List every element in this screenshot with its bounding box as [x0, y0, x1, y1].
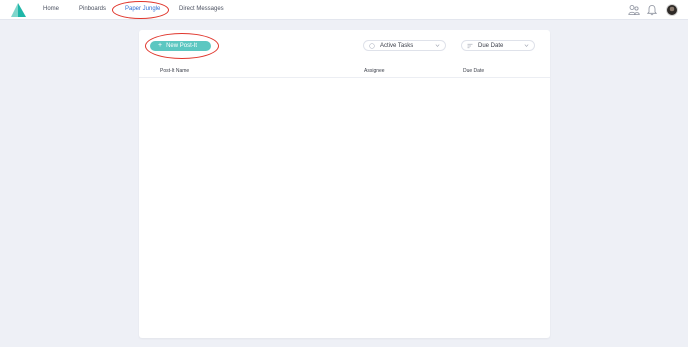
column-header-post-it-name[interactable]: Post-It Name: [160, 68, 189, 74]
column-header-due-date[interactable]: Due Date: [463, 68, 484, 74]
table-body: [139, 78, 550, 336]
nav-item-pinboards[interactable]: Pinboards: [79, 6, 106, 12]
sort-value: Due Date: [478, 42, 504, 49]
annotation-circle-nav: [112, 1, 169, 19]
nav-item-direct-messages[interactable]: Direct Messages: [179, 6, 224, 12]
top-nav-bar: Home Pinboards Paper Jungle Direct Messa…: [0, 0, 688, 20]
chevron-down-icon: [524, 44, 529, 47]
filter-value: Active Tasks: [380, 42, 414, 49]
sort-icon: [467, 43, 473, 48]
circle-filter-icon: [369, 42, 375, 49]
bell-icon[interactable]: [646, 4, 658, 16]
annotation-circle-button: [145, 33, 219, 59]
column-header-assignee[interactable]: Assignee: [364, 68, 385, 74]
due-date-sort-dropdown[interactable]: Due Date: [461, 40, 535, 51]
chevron-down-icon: [435, 44, 440, 47]
people-icon[interactable]: [628, 4, 640, 16]
triangle-logo-icon[interactable]: [10, 3, 26, 17]
avatar[interactable]: [666, 4, 678, 16]
active-tasks-filter-dropdown[interactable]: Active Tasks: [363, 40, 446, 51]
post-it-list-card: + New Post-It Active Tasks Due Date Post…: [139, 30, 550, 338]
nav-item-home[interactable]: Home: [43, 6, 59, 12]
